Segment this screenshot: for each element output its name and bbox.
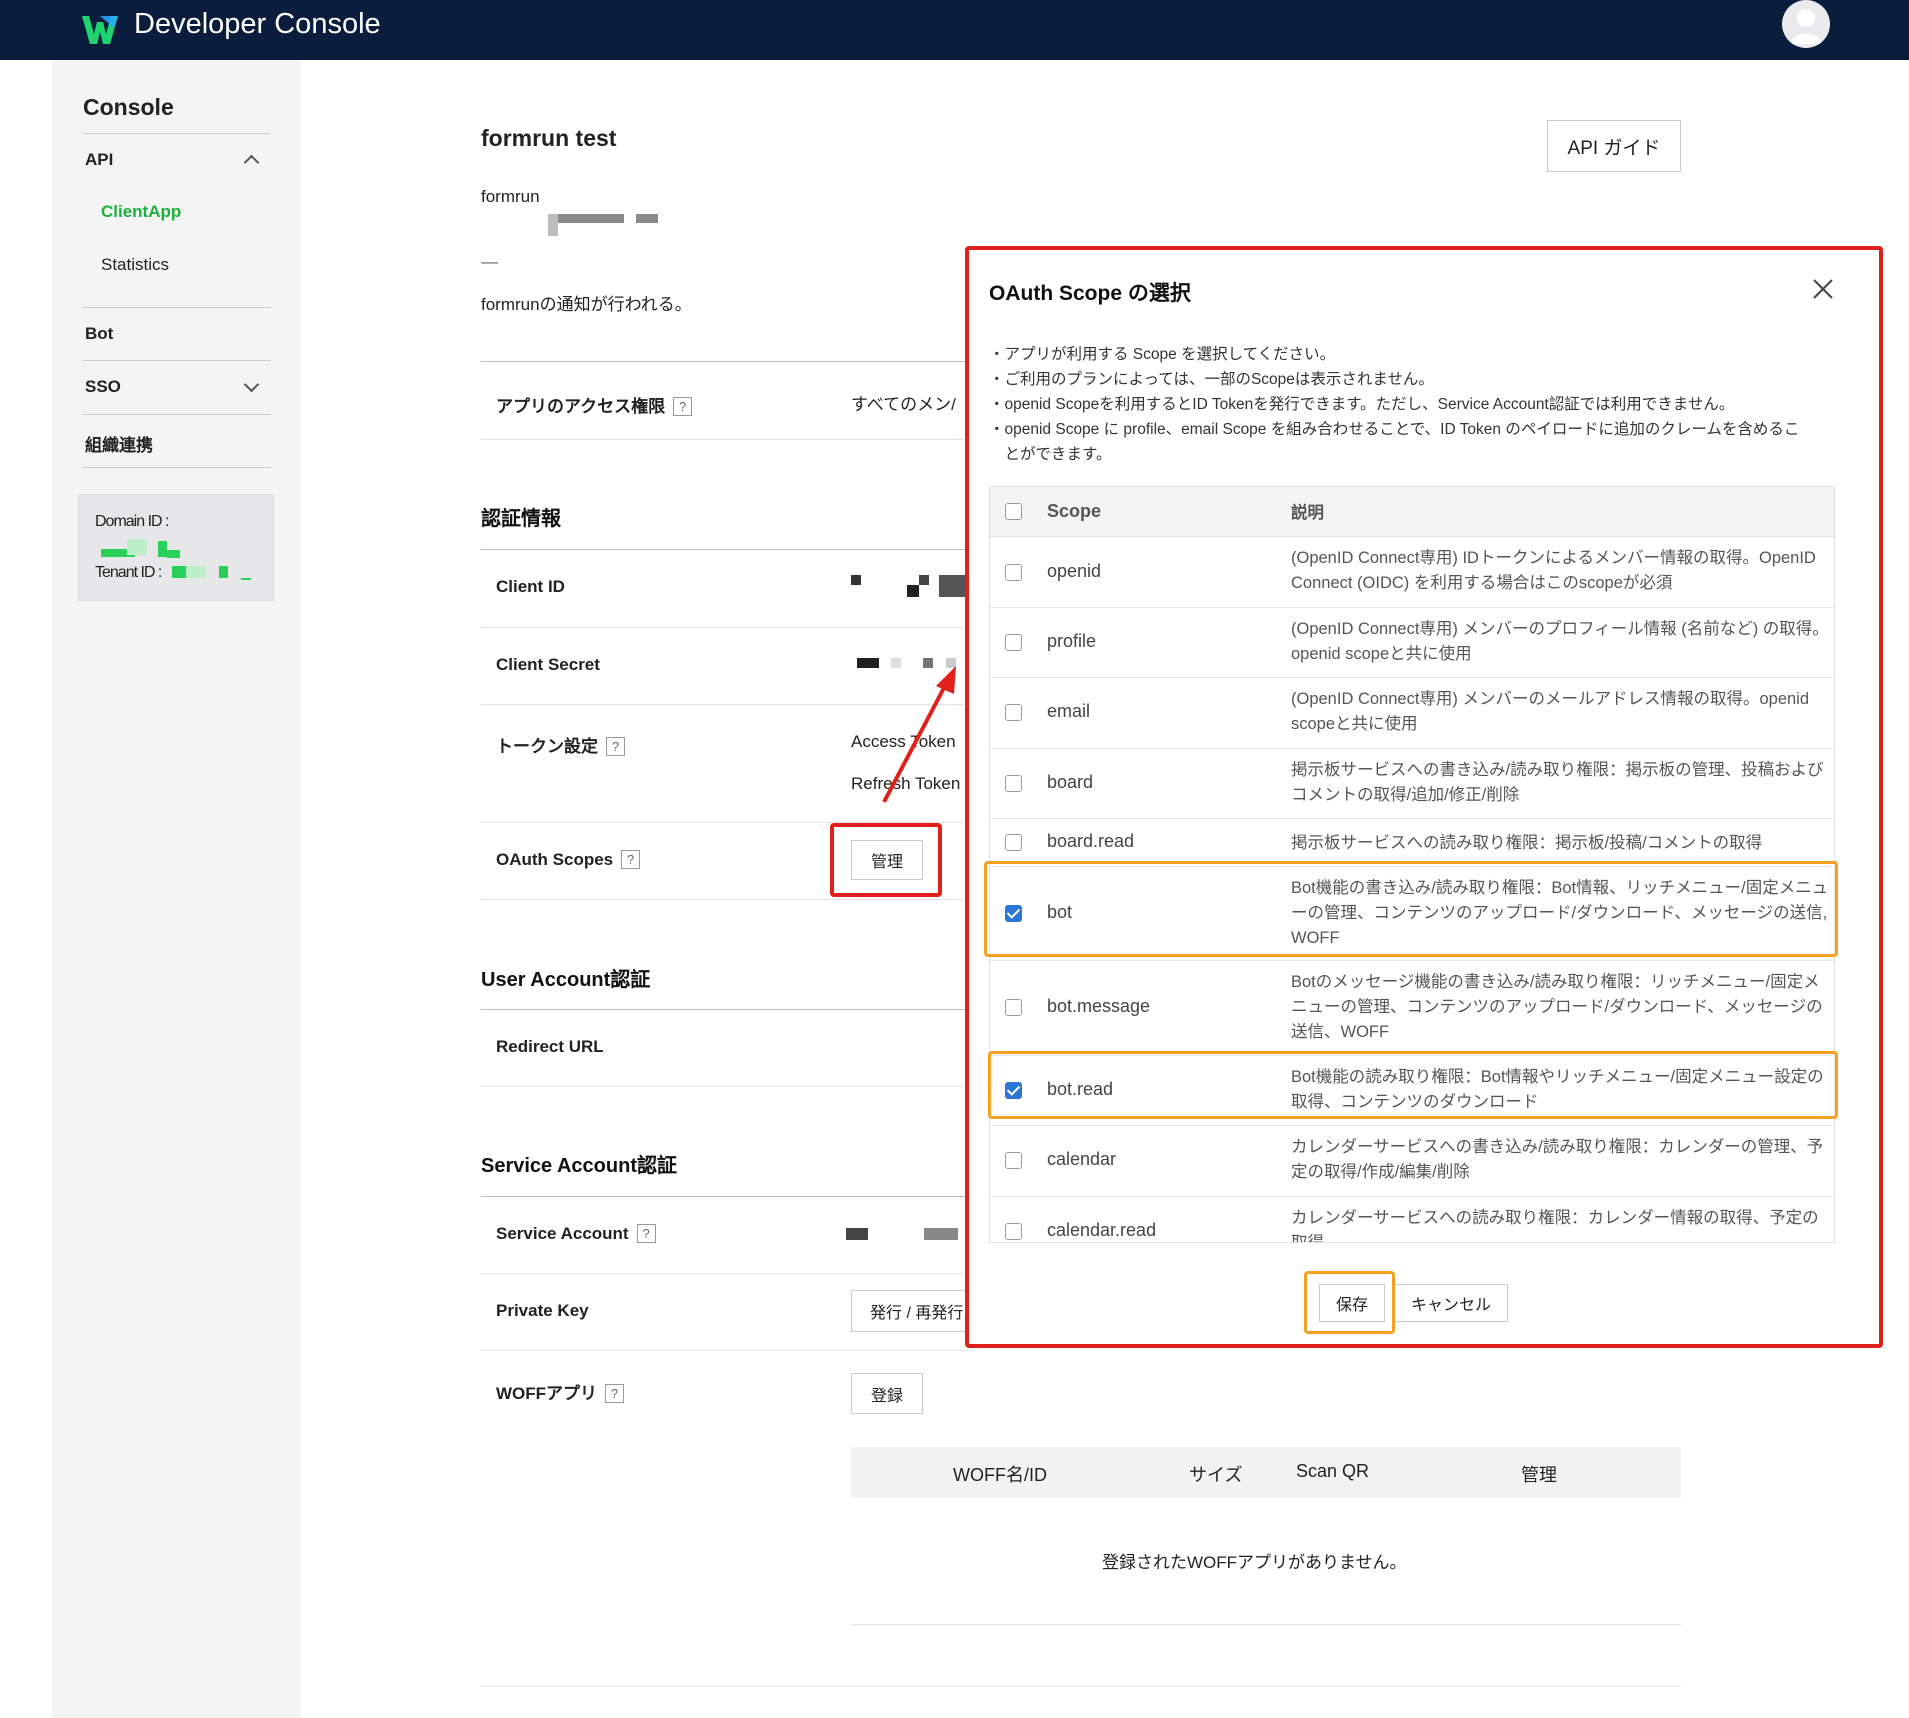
token-settings-label: トークン設定?: [496, 732, 625, 757]
redacted-block: [924, 1228, 958, 1240]
help-icon[interactable]: ?: [673, 397, 693, 416]
sidebar-item-org-link[interactable]: 組織連携: [85, 431, 153, 456]
redacted-block: [636, 214, 658, 223]
domain-info-box: [78, 494, 274, 601]
access-label: アプリのアクセス権限?: [496, 392, 693, 417]
redacted-block: [127, 539, 147, 555]
issue-key-button[interactable]: 発行 / 再発行: [851, 1290, 967, 1332]
divider: [481, 899, 971, 900]
divider: [83, 133, 271, 134]
private-key-label: Private Key: [496, 1301, 589, 1320]
sidebar-title: Console: [83, 94, 174, 120]
client-id-label: Client ID: [496, 577, 565, 596]
divider: [83, 307, 271, 308]
annotation-highlight-modal: [965, 246, 1883, 1348]
redacted-block: [548, 214, 624, 223]
tenant-id-label: Tenant ID :: [95, 564, 162, 581]
help-icon[interactable]: ?: [606, 737, 625, 756]
redacted-block: [846, 1228, 868, 1240]
divider: [481, 627, 971, 628]
annotation-highlight-manage: [830, 823, 942, 897]
help-icon[interactable]: ?: [636, 1224, 656, 1243]
divider: [83, 467, 271, 468]
help-icon[interactable]: ?: [605, 1384, 625, 1403]
redacted-block: [907, 585, 919, 597]
redacted-block: [158, 541, 167, 557]
separator-dash: —: [481, 252, 498, 271]
redacted-block: [851, 575, 861, 585]
woff-app-label: WOFFアプリ?: [496, 1379, 625, 1404]
redacted-block: [548, 214, 558, 236]
redacted-block: [167, 550, 180, 558]
divider: [481, 1196, 971, 1197]
annotation-highlight-bot-read: [988, 1051, 1838, 1119]
redacted-block: [219, 566, 228, 578]
sidebar-item-statistics[interactable]: Statistics: [101, 255, 169, 275]
service-account-section-title: Service Account認証: [481, 1155, 677, 1177]
register-woff-button[interactable]: 登録: [851, 1373, 923, 1414]
auth-section-title: 認証情報: [481, 508, 561, 530]
annotation-highlight-save: [1304, 1271, 1395, 1334]
redacted-block: [919, 575, 929, 585]
divider: [481, 1086, 971, 1087]
client-secret-label: Client Secret: [496, 655, 600, 674]
divider: [481, 439, 971, 440]
app-description: formrunの通知が行われる。: [481, 295, 692, 314]
redacted-block: [186, 566, 206, 578]
redirect-url-label: Redirect URL: [496, 1037, 604, 1056]
annotation-arrow-icon: [882, 666, 956, 803]
divider: [481, 1350, 971, 1351]
service-account-label: Service Account?: [496, 1224, 656, 1244]
divider: [481, 549, 971, 550]
user-account-section-title: User Account認証: [481, 969, 651, 991]
woff-col-manage: 管理: [1521, 1465, 1557, 1485]
user-avatar-icon[interactable]: [1782, 0, 1830, 48]
oauth-scopes-label: OAuth Scopes?: [496, 850, 641, 870]
redacted-block: [241, 578, 251, 580]
annotation-highlight-bot: [984, 861, 1838, 957]
sidebar-item-api[interactable]: API: [85, 150, 113, 170]
app-title: Developer Console: [134, 8, 381, 40]
woff-col-size: サイズ: [1189, 1465, 1243, 1485]
divider: [83, 414, 271, 415]
sidebar-item-clientapp[interactable]: ClientApp: [101, 202, 181, 222]
woff-col-scanqr: Scan QR: [1296, 1461, 1370, 1481]
redacted-block: [939, 575, 965, 597]
api-guide-button[interactable]: API ガイド: [1547, 120, 1681, 172]
works-logo-icon[interactable]: [80, 10, 120, 50]
divider: [83, 360, 271, 361]
sidebar-item-bot[interactable]: Bot: [85, 324, 113, 344]
divider: [481, 361, 971, 362]
domain-id-label: Domain ID :: [95, 513, 169, 530]
divider: [481, 1009, 971, 1010]
sidebar: [52, 60, 301, 1718]
woff-col-name: WOFF名/ID: [953, 1465, 1047, 1485]
page-title: formrun test: [481, 125, 617, 151]
woff-empty-message: 登録されたWOFFアプリがありません。: [1102, 1553, 1407, 1572]
divider: [481, 1273, 971, 1274]
divider: [851, 1624, 1681, 1625]
divider: [481, 1686, 1681, 1687]
developer-name: formrun: [481, 187, 540, 206]
help-icon[interactable]: ?: [621, 850, 641, 869]
access-value: すべてのメン/: [851, 395, 956, 414]
sidebar-item-sso[interactable]: SSO: [85, 377, 121, 397]
